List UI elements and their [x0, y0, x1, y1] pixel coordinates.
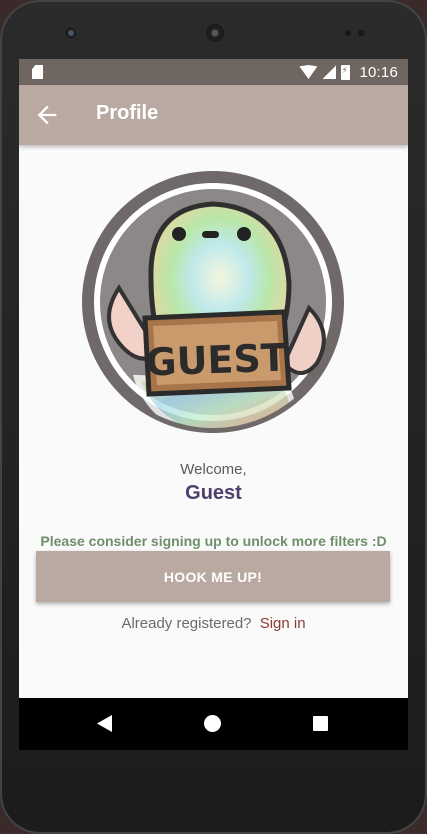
earpiece-speaker [206, 24, 224, 42]
status-bar: 10:16 [19, 59, 408, 85]
proximity-sensor [345, 30, 351, 36]
app-bar: Profile [19, 85, 408, 145]
navigation-bar [19, 698, 408, 750]
signin-row: Already registered? Sign in [19, 615, 408, 632]
sign-in-link[interactable]: Sign in [260, 615, 306, 632]
wifi-icon [299, 65, 318, 79]
nav-home-icon[interactable] [204, 715, 221, 732]
arrow-left-icon [37, 105, 57, 125]
already-registered-label: Already registered? [121, 615, 252, 632]
avatar-sign-text: GUEST [145, 336, 288, 385]
status-bar-right: 10:16 [299, 62, 398, 82]
nav-back-icon[interactable] [97, 715, 112, 732]
battery-charging-icon [341, 64, 351, 80]
profile-content: GUEST Welcome, Guest Please consider sig… [19, 145, 408, 698]
username: Guest [185, 482, 242, 504]
front-camera [66, 28, 76, 38]
cell-signal-icon [322, 65, 337, 79]
light-sensor [358, 30, 364, 36]
guest-avatar: GUEST [82, 171, 344, 433]
screen: 10:16 Profile [19, 59, 408, 750]
nav-recents-icon[interactable] [313, 716, 328, 731]
page-title: Profile [96, 102, 159, 124]
back-button[interactable] [33, 101, 61, 129]
sd-card-icon [32, 65, 43, 79]
phone-frame: 10:16 Profile [0, 0, 427, 834]
signup-notice: Please consider signing up to unlock mor… [40, 533, 387, 549]
welcome-text: Welcome, [180, 461, 247, 478]
status-time: 10:16 [359, 63, 398, 81]
signup-button[interactable]: HOOK ME UP! [36, 551, 390, 602]
